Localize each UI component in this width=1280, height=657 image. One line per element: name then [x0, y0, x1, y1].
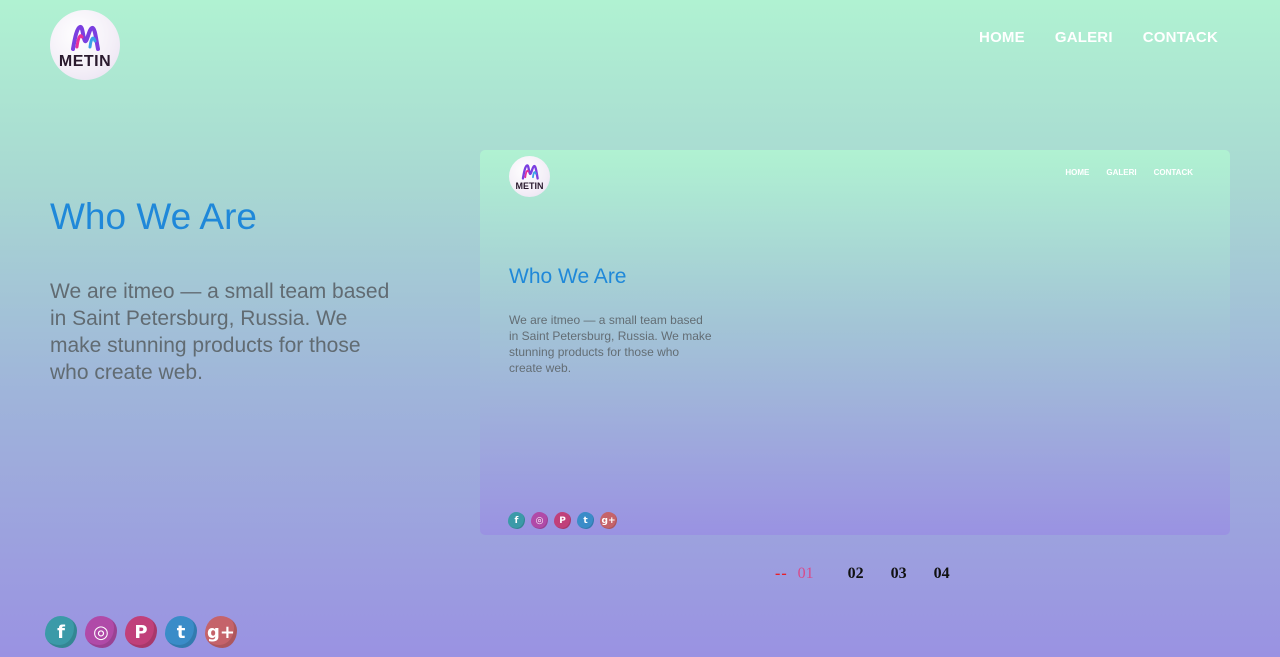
preview-nav-home: HOME	[1065, 168, 1090, 177]
pager-page-03[interactable]: 03	[891, 565, 907, 583]
preview-instagram-icon: ◎	[531, 512, 548, 529]
preview-logo-mark-icon	[521, 163, 539, 180]
preview-google-plus-icon: g+	[600, 512, 617, 529]
preview-logo: METIN	[509, 156, 550, 197]
preview-nav: HOME GALERI CONTACK	[1065, 168, 1193, 177]
preview-pinterest-icon: P	[554, 512, 571, 529]
nav-contack-link[interactable]: CONTACK	[1143, 29, 1218, 46]
preview-logo-text: METIN	[515, 180, 544, 191]
nav-galeri-link[interactable]: GALERI	[1055, 29, 1113, 46]
slide-pager: -- 01 02 03 04	[775, 565, 977, 583]
pager-page-01[interactable]: 01	[798, 565, 814, 583]
hero-title: Who We Are	[50, 196, 258, 237]
logo-text: METIN	[58, 52, 112, 70]
google-plus-icon[interactable]: g+	[205, 616, 237, 648]
pager-page-02[interactable]: 02	[848, 565, 864, 583]
preview-nav-galeri: GALERI	[1106, 168, 1137, 177]
preview-slide[interactable]: METIN HOME GALERI CONTACK Who We Are We …	[480, 150, 1230, 535]
social-icons: f ◎ Pt g+	[45, 616, 237, 648]
brand-logo[interactable]: METIN	[50, 10, 120, 80]
hero-description: We are itmeo — a small team based in Sai…	[50, 280, 390, 384]
pager-active-indicator: --	[775, 565, 788, 582]
preview-twitter-icon: t	[577, 512, 594, 529]
preview-social-icons: f ◎ Pt g+	[508, 512, 617, 529]
preview-nav-contack: CONTACK	[1153, 168, 1193, 177]
nav-home-link[interactable]: HOME	[979, 29, 1025, 46]
pager-page-04[interactable]: 04	[934, 565, 950, 583]
preview-title: Who We Are	[509, 265, 627, 288]
instagram-icon[interactable]: ◎	[85, 616, 117, 648]
main-nav: HOME GALERI CONTACK	[979, 29, 1218, 46]
logo-mark-icon	[71, 24, 100, 51]
preview-description: We are itmeo — a small team based in Sai…	[509, 313, 712, 375]
preview-facebook-icon: f	[508, 512, 525, 529]
facebook-icon[interactable]: f	[45, 616, 77, 648]
twitter-icon[interactable]: t	[165, 616, 197, 648]
pinterest-icon[interactable]: P	[125, 616, 157, 648]
